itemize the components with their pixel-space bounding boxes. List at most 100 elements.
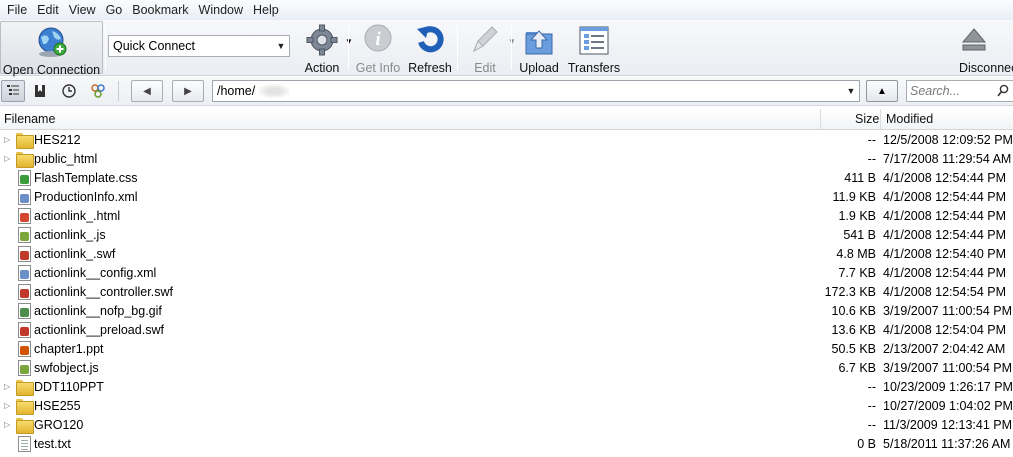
html-file-icon <box>16 208 32 224</box>
edit-button[interactable]: ▼ Edit <box>460 20 516 75</box>
file-row[interactable]: actionlink__preload.swf 13.6 KB 4/1/2008 1… <box>0 321 1013 340</box>
file-row[interactable]: actionlink_.js 541 B 4/1/2008 12:54:44 PM <box>0 226 1013 245</box>
history-icon[interactable] <box>57 80 81 102</box>
chevron-down-icon[interactable]: ▼ <box>843 86 859 96</box>
file-name: GRO120 <box>34 418 84 432</box>
bookmarks-icon[interactable] <box>28 80 52 102</box>
file-modified: 4/1/2008 12:54:44 PM <box>883 190 1007 204</box>
parent-directory-button[interactable]: ▲ <box>866 80 898 102</box>
file-row[interactable]: actionlink_.swf 4.8 MB 4/1/2008 12:54:40 P… <box>0 245 1013 264</box>
swf-file-icon <box>16 246 32 262</box>
file-row[interactable]: chapter1.ppt 50.5 KB 2/13/2007 2:04:42 AM <box>0 340 1013 359</box>
expand-triangle-icon[interactable]: ▷ <box>4 135 12 145</box>
file-row[interactable]: ▷ DDT110PPT -- 10/23/2009 1:26:17 PM <box>0 378 1013 397</box>
css-file-icon <box>16 170 32 186</box>
expand-triangle-icon[interactable]: ▷ <box>4 401 12 411</box>
file-modified: 10/27/2009 1:04:02 PM <box>883 399 1013 413</box>
get-info-label: Get Info <box>355 61 401 75</box>
xml-file-icon <box>16 189 32 205</box>
file-size: 7.7 KB <box>838 266 876 280</box>
expand-triangle-icon[interactable]: ▷ <box>4 420 12 430</box>
file-list: ▷ HES212 -- 12/5/2008 12:09:52 PM ▷ public_ht… <box>0 131 1013 454</box>
file-row[interactable]: test.txt 0 B 5/18/2011 11:37:26 AM <box>0 435 1013 454</box>
file-name: actionlink__controller.swf <box>34 285 173 299</box>
folder-icon <box>16 417 34 434</box>
file-row[interactable]: ProductionInfo.xml 11.9 KB 4/1/2008 12:54:… <box>0 188 1013 207</box>
action-button[interactable]: ▼ Action <box>296 20 353 75</box>
file-row[interactable]: actionlink__nofp_bg.gif 10.6 KB 3/19/2007 … <box>0 302 1013 321</box>
file-name: actionlink_.js <box>34 228 106 242</box>
file-name: test.txt <box>34 437 71 451</box>
file-modified: 4/1/2008 12:54:44 PM <box>883 171 1007 185</box>
file-size: -- <box>867 152 876 166</box>
menu-view[interactable]: View <box>64 0 101 20</box>
nav-divider <box>118 81 119 101</box>
column-header-size[interactable]: Size <box>855 109 879 130</box>
menu-window[interactable]: Window <box>194 0 248 20</box>
column-divider[interactable] <box>820 109 821 130</box>
disconnect-button[interactable]: Disconnect <box>955 20 1013 75</box>
transfers-label: Transfers <box>567 61 621 75</box>
expand-triangle-icon[interactable]: ▷ <box>4 154 12 164</box>
file-row[interactable]: ▷ HES212 -- 12/5/2008 12:09:52 PM <box>0 131 1013 150</box>
file-row[interactable]: actionlink__config.xml 7.7 KB 4/1/2008 12:… <box>0 264 1013 283</box>
file-size: 1.9 KB <box>838 209 876 223</box>
file-size: 541 B <box>843 228 876 242</box>
toolbar: Open Connection Quick Connect ▼ ▼ <box>0 20 1013 77</box>
file-name: chapter1.ppt <box>34 342 104 356</box>
column-header-filename[interactable]: Filename <box>4 109 55 130</box>
file-modified: 4/1/2008 12:54:04 PM <box>883 323 1007 337</box>
file-row[interactable]: actionlink_.html 1.9 KB 4/1/2008 12:54:44 … <box>0 207 1013 226</box>
folder-icon <box>16 151 34 168</box>
file-modified: 4/1/2008 12:54:44 PM <box>883 228 1007 242</box>
up-arrow-icon: ▲ <box>877 85 887 97</box>
file-row[interactable]: ▷ HSE255 -- 10/27/2009 1:04:02 PM <box>0 397 1013 416</box>
path-select[interactable]: /home/ ▼ <box>212 80 860 102</box>
folder-icon <box>16 398 34 415</box>
transfers-button[interactable]: Transfers <box>566 20 622 75</box>
expand-triangle-icon[interactable]: ▷ <box>4 382 12 392</box>
bonjour-icon[interactable] <box>86 80 110 102</box>
menu-edit[interactable]: Edit <box>32 0 64 20</box>
get-info-button[interactable]: i Get Info <box>352 20 404 75</box>
file-name: ProductionInfo.xml <box>34 190 138 204</box>
menu-help[interactable]: Help <box>248 0 284 20</box>
upload-button[interactable]: Upload <box>514 20 564 75</box>
forward-button[interactable]: ▶ <box>172 80 204 102</box>
column-divider[interactable] <box>880 109 881 130</box>
file-row[interactable]: FlashTemplate.css 411 B 4/1/2008 12:54:44 … <box>0 169 1013 188</box>
quick-connect-select[interactable]: Quick Connect ▼ <box>108 35 290 57</box>
file-size: 10.6 KB <box>831 304 876 318</box>
file-modified: 5/18/2011 11:37:26 AM <box>883 437 1011 451</box>
browser-view-icon[interactable] <box>1 80 25 102</box>
column-header-modified[interactable]: Modified <box>886 109 933 130</box>
menu-file[interactable]: File <box>2 0 32 20</box>
chevron-down-icon[interactable]: ▼ <box>273 36 289 56</box>
navigation-bar: ◀ ▶ /home/ ▼ ▲ Search... <box>0 77 1013 106</box>
file-row[interactable]: ▷ public_html -- 7/17/2008 11:29:54 AM <box>0 150 1013 169</box>
menu-go[interactable]: Go <box>101 0 128 20</box>
refresh-button[interactable]: Refresh <box>404 20 456 75</box>
refresh-label: Refresh <box>408 61 452 75</box>
file-row[interactable]: ▷ GRO120 -- 11/3/2009 12:13:41 PM <box>0 416 1013 435</box>
menu-bookmark[interactable]: Bookmark <box>127 0 193 20</box>
toolbar-divider <box>105 24 106 70</box>
info-icon: i <box>361 23 395 57</box>
file-row[interactable]: actionlink__controller.swf 172.3 KB 4/1/20… <box>0 283 1013 302</box>
file-modified: 2/13/2007 2:04:42 AM <box>883 342 1006 356</box>
gear-icon: ▼ <box>305 23 353 57</box>
open-connection-label: Open Connection <box>2 63 101 77</box>
back-button[interactable]: ◀ <box>131 80 163 102</box>
txt-file-icon <box>16 436 32 452</box>
open-connection-button[interactable]: Open Connection <box>0 21 103 77</box>
search-input[interactable]: Search... <box>906 80 1013 102</box>
ppt-file-icon <box>16 341 32 357</box>
toolbar-divider <box>511 24 512 70</box>
file-name: DDT110PPT <box>34 380 104 394</box>
file-table-header: Filename Size Modified <box>0 109 1013 130</box>
file-modified: 4/1/2008 12:54:44 PM <box>883 209 1007 223</box>
path-value: /home/ <box>217 84 256 98</box>
file-modified: 4/1/2008 12:54:40 PM <box>883 247 1007 261</box>
file-size: -- <box>867 418 876 432</box>
file-row[interactable]: swfobject.js 6.7 KB 3/19/2007 11:00:54 PM <box>0 359 1013 378</box>
